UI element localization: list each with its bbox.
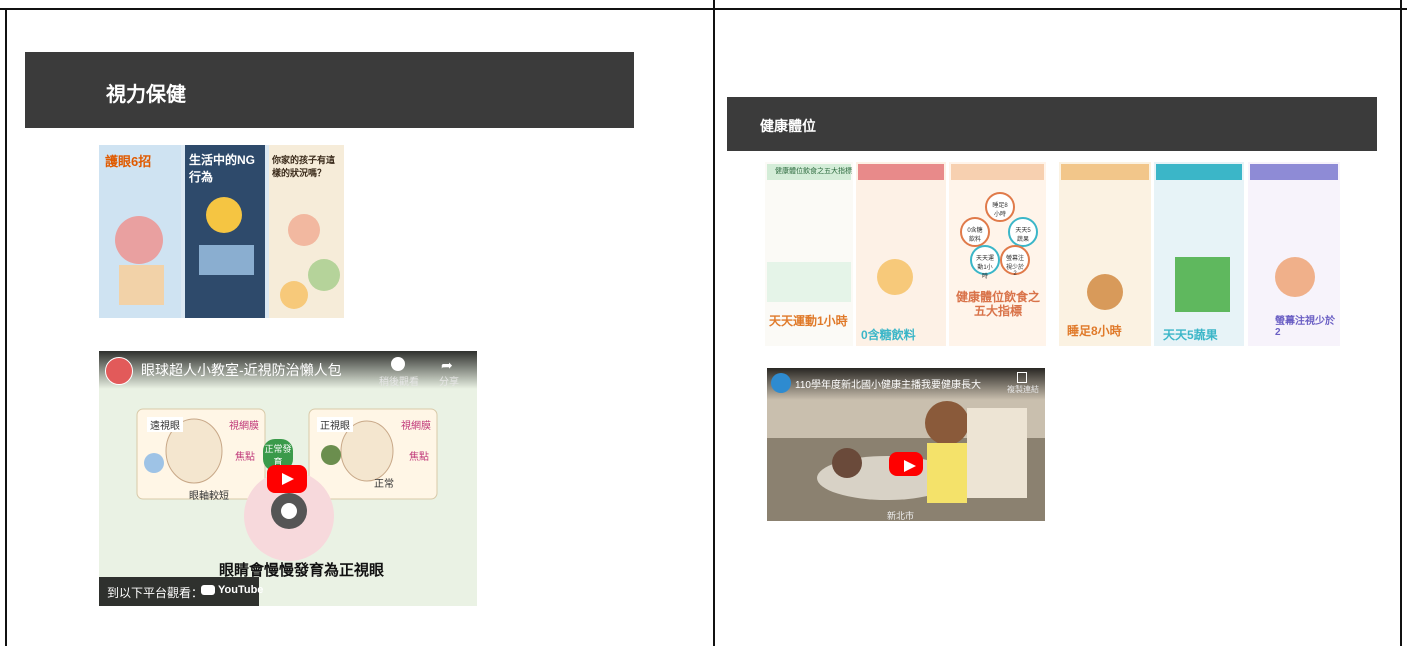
copy-link-label[interactable]: 複製連結 [1003,384,1043,395]
section-header-healthy-weight: 健康體位 [727,97,1377,151]
healthy-weight-poster-image[interactable]: 健康體位飲食之五大指標 健康體位飲食之五大指標 天天運動1小時 0含糖飲料 睡足… [765,162,1340,346]
channel-avatar[interactable] [105,357,133,385]
watch-later-icon[interactable] [391,357,405,371]
watch-on-label[interactable]: 到以下平台觀看： [107,584,203,601]
section-title: 視力保健 [106,84,186,106]
copy-link-icon[interactable] [1017,372,1027,383]
poster-circle-5: 螢幕注視少於2 [1005,256,1024,277]
label-focus-2: 焦點 [409,452,429,463]
poster-big-title: 健康體位飲食之五大指標 [955,290,1040,318]
share-label[interactable]: 分享 [434,373,464,388]
channel-avatar[interactable] [771,373,791,393]
poster-item-drink: 0含糖飲料 [861,328,916,342]
poster-circle-3: 0含糖飲料 [967,228,983,243]
poster-circle-1: 睡足8小時 [992,203,1008,218]
label-axis-short: 眼軸較短 [189,491,229,502]
poster-circle-2: 天天5蔬果 [1015,228,1031,243]
label-retina-2: 視網膜 [401,421,431,432]
section-header-vision: 視力保健 [25,52,634,128]
label-normal: 正常 [374,479,394,490]
right-border [1400,0,1402,646]
youtube-label: YouTube [218,584,264,596]
youtube-icon [201,585,215,595]
video-bottom-text: 新北市 [887,511,915,521]
label-hyperopia: 遠視眼 [147,417,183,432]
vision-video-embed[interactable]: 眼球超人小教室-近視防治懶人包 稍後觀看 ➦ 分享 遠視眼 視網膜 焦點 眼軸較… [99,351,477,606]
vision-poster-image[interactable]: 護眼6招 生活中的NG行為 你家的孩子有這樣的狀況嗎？ [99,145,344,318]
video-caption: 眼睛會慢慢發育為正視眼 [219,562,385,579]
poster-panel1-title: 護眼6招 [105,154,152,169]
poster-item-screen: 螢幕注視少於2 [1275,316,1335,338]
poster-item-veg: 天天5蔬果 [1163,328,1218,342]
healthy-video-embed[interactable]: 110學年度新北國小健康主播我要健康長大 複製連結 新北市 [767,368,1045,521]
right-panel: 健康體位 健康體位飲食之五大指標 健康體位飲食之五大指標 天天運動1小時 0含糖… [715,10,1400,646]
poster-panel2-title: 生活中的NG行為 [189,153,256,184]
poster-title-top: 健康體位飲食之五大指標 [775,168,852,175]
share-icon[interactable]: ➦ [441,357,453,374]
left-panel: 視力保健 護眼6招 生活中的NG行為 你家的孩子有這樣的狀況嗎？ 眼球超人小教室… [7,10,713,646]
label-focus-1: 焦點 [235,452,255,463]
poster-item-exercise: 天天運動1小時 [769,314,848,328]
video-title-bar: 眼球超人小教室-近視防治懶人包 稍後觀看 ➦ 分享 [99,351,477,389]
label-emmetropia: 正視眼 [317,417,353,432]
section-title: 健康體位 [760,118,816,134]
watch-later-label[interactable]: 稍後觀看 [379,373,419,388]
play-button[interactable] [889,452,923,476]
video-title[interactable]: 110學年度新北國小健康主播我要健康長大 [795,376,981,391]
video-title-bar: 110學年度新北國小健康主播我要健康長大 複製連結 [767,368,1045,400]
poster-item-sleep: 睡足8小時 [1067,324,1122,338]
play-button[interactable] [267,465,307,493]
poster-panel3-title: 你家的孩子有這樣的狀況嗎？ [272,155,336,178]
youtube-logo[interactable]: YouTube [201,584,263,596]
poster-circle-4: 天天運動1小時 [975,256,994,280]
label-retina-1: 視網膜 [229,421,259,432]
video-title[interactable]: 眼球超人小教室-近視防治懶人包 [141,360,342,380]
